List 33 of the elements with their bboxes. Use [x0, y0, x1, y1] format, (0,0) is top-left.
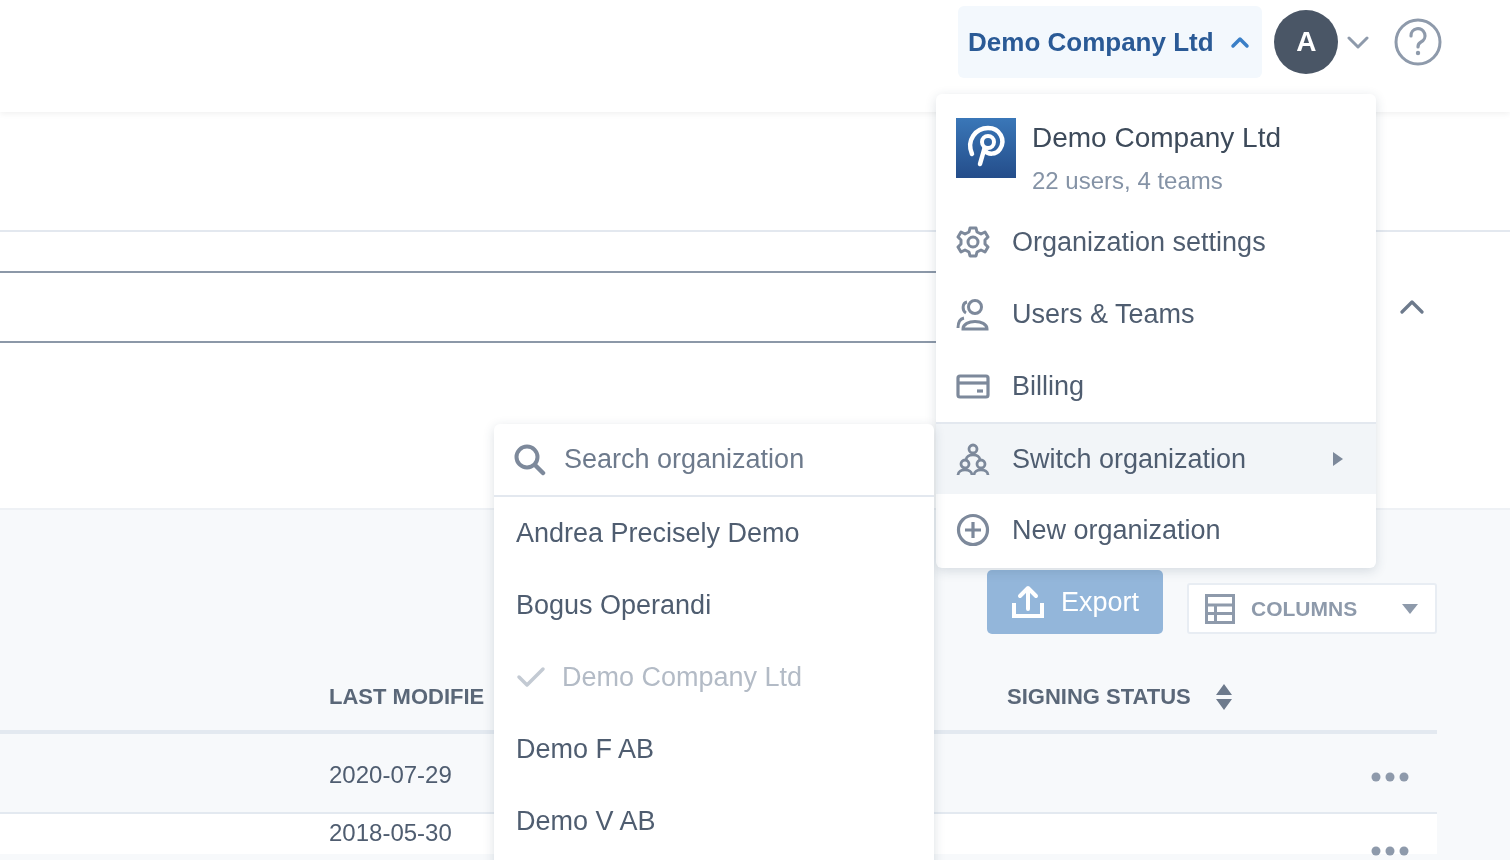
menu-item[interactable]: Bogus Operandi: [494, 569, 934, 641]
organization-button[interactable]: Demo Company Ltd: [958, 6, 1262, 78]
chevron-up-icon[interactable]: [1400, 298, 1424, 314]
menu-item[interactable]: Users & Teams: [936, 278, 1376, 350]
search-icon: [514, 443, 546, 476]
menu-item[interactable]: Billing: [936, 350, 1376, 422]
caret-down-icon: [1401, 602, 1419, 615]
group-icon: [956, 442, 990, 476]
avatar[interactable]: A: [1274, 10, 1339, 74]
plus-circle-icon: [956, 513, 990, 547]
menu-item[interactable]: New organization: [936, 494, 1376, 566]
more-icon[interactable]: [1371, 772, 1409, 782]
gear-icon: [956, 225, 990, 259]
organization-summary: 22 users, 4 teams: [1032, 166, 1224, 196]
menu-item[interactable]: Demo V AB: [494, 785, 934, 857]
menu-item[interactable]: Organization settings: [936, 206, 1376, 278]
sort-icon[interactable]: [1214, 682, 1233, 711]
upload-icon: [1010, 585, 1045, 619]
menu-item[interactable]: Switch organization: [936, 422, 1376, 494]
column-header: LAST MODIFIE: [329, 683, 485, 711]
menu-item[interactable]: Demo F AB: [494, 713, 934, 785]
table-cell: 2020-07-29: [329, 760, 452, 790]
column-header[interactable]: SIGNING STATUS: [1007, 680, 1191, 713]
people-icon: [956, 297, 990, 331]
grid-icon: [1205, 593, 1235, 624]
help-icon[interactable]: [1394, 18, 1442, 66]
logo-icon: [956, 118, 1016, 178]
more-icon[interactable]: [1371, 846, 1409, 856]
check-icon: [516, 666, 546, 688]
chevron-down-icon[interactable]: [1347, 36, 1370, 50]
organization-name: Demo Company Ltd: [1032, 121, 1281, 155]
table-cell: 2018-05-30: [329, 818, 452, 848]
menu-item[interactable]: Andrea Precisely Demo: [494, 497, 934, 569]
